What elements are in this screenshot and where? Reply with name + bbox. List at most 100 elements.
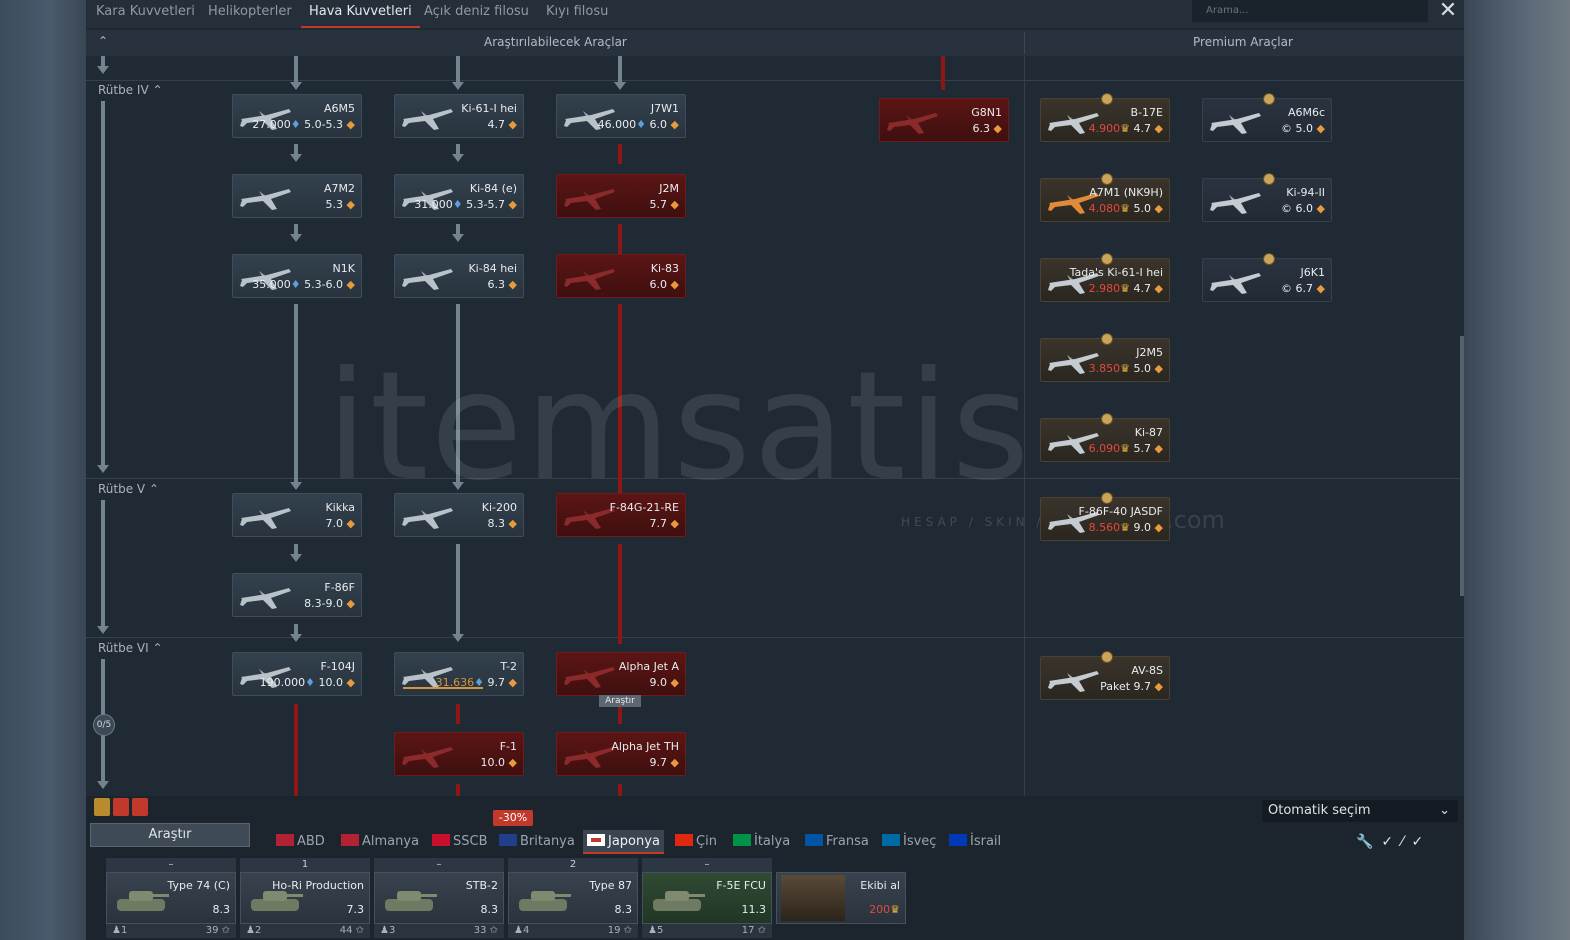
vehicle-card[interactable]: T-2 31.636♦ 9.7 ◆ <box>394 652 524 696</box>
crew-level: 39 ✩ <box>205 925 230 936</box>
crew-slot[interactable]: – STB-2 8.3 ♟3 33 ✩ <box>374 858 504 940</box>
premium-medal-icon <box>1101 413 1113 425</box>
boost-icons <box>94 798 148 816</box>
vehicle-br: 35.000♦ 5.3-6.0 ◆ <box>252 278 355 291</box>
buy-crew-slot[interactable]: Ekibi al 200♛ <box>776 872 906 924</box>
vehicle-card[interactable]: F-1 10.0 ◆ <box>394 732 524 776</box>
vehicle-br: © 6.7 ◆ <box>1281 282 1325 295</box>
vehicle-br: 8.560♛ 9.0 ◆ <box>1088 521 1163 534</box>
nation-tab[interactable]: Fransa <box>805 830 869 854</box>
flag-icon <box>733 834 751 846</box>
tree-header: ⌃ Araştırılabilecek Araçlar Premium Araç… <box>86 30 1464 56</box>
rank-vi-label[interactable]: Rütbe VI ⌃ <box>98 641 163 655</box>
vehicle-card[interactable]: Ki-84 (e) 31.000♦ 5.3-5.7 ◆ <box>394 174 524 218</box>
watermark-com: .com <box>1166 506 1225 534</box>
premium-vehicle-card[interactable]: AV-8S Paket 9.7 ◆ <box>1040 651 1170 700</box>
vehicle-card[interactable]: Alpha Jet TH 9.7 ◆ <box>556 732 686 776</box>
crew-vehicle-br: 8.3 <box>480 903 499 916</box>
flag-icon <box>882 834 900 846</box>
vehicle-card[interactable]: N1K 35.000♦ 5.3-6.0 ◆ <box>232 254 362 298</box>
vehicle-card[interactable]: A7M2 5.3 ◆ <box>232 174 362 218</box>
premium-vehicle-card[interactable]: B-17E 4.900♛ 4.7 ◆ <box>1040 93 1170 142</box>
nation-tab[interactable]: Çin <box>675 830 717 854</box>
research-window: Kara Kuvvetleri Helikopterler Hava Kuvve… <box>86 0 1464 940</box>
nation-tab[interactable]: İtalya <box>733 830 790 854</box>
crew-slot[interactable]: 1 Ho-Ri Production 7.3 ♟2 44 ✩ <box>240 858 370 940</box>
rank-iv-label[interactable]: Rütbe IV ⌃ <box>98 83 163 97</box>
nation-tab[interactable]: SSCB <box>432 830 488 854</box>
vehicle-br: 9.0 ◆ <box>649 676 679 689</box>
vehicle-card[interactable]: Kikka 7.0 ◆ <box>232 493 362 537</box>
flag-icon <box>276 834 294 846</box>
vehicle-br: 10.0 ◆ <box>480 756 517 769</box>
vehicle-name: Ki-84 (e) <box>469 182 517 195</box>
tab-bluewater[interactable]: Açık deniz filosu <box>424 0 529 28</box>
vehicle-card[interactable]: Ki-84 hei 6.3 ◆ <box>394 254 524 298</box>
rank-progress-counter: 0/5 <box>93 714 115 736</box>
auto-select-dropdown[interactable]: Otomatik seçim ⌄ <box>1262 800 1458 822</box>
nation-tab[interactable]: Japonya <box>583 830 664 854</box>
background-left <box>0 0 86 940</box>
crew-slot[interactable]: – Type 74 (C) 8.3 ♟1 39 ✩ <box>106 858 236 940</box>
flag-icon <box>499 834 517 846</box>
tab-helicopters[interactable]: Helikopterler <box>208 0 292 28</box>
premium-medal-icon <box>1101 651 1113 663</box>
vehicle-br: 4.900♛ 4.7 ◆ <box>1088 122 1163 135</box>
premium-vehicle-card[interactable]: Ki-87 6.090♛ 5.7 ◆ <box>1040 413 1170 462</box>
vehicle-card[interactable]: F-84G-21-RE 7.7 ◆ <box>556 493 686 537</box>
premium-vehicle-card[interactable]: J6K1 © 6.7 ◆ <box>1202 253 1332 302</box>
vehicle-name: A6M5 <box>323 102 355 115</box>
crew-level: 19 ✩ <box>607 925 632 936</box>
vehicle-name: F-86F <box>324 581 355 594</box>
premium-medal-icon <box>1101 173 1113 185</box>
vehicle-card[interactable]: F-86F 8.3-9.0 ◆ <box>232 573 362 617</box>
vehicle-card[interactable]: A6M5 27.000♦ 5.0-5.3 ◆ <box>232 94 362 138</box>
research-button[interactable]: Araştır <box>90 823 250 847</box>
nation-tab[interactable]: İsrail <box>949 830 1001 854</box>
vehicle-name: F-104J <box>320 660 355 673</box>
nation-tab[interactable]: ABD <box>276 830 325 854</box>
vehicle-br: 6.3 ◆ <box>972 122 1002 135</box>
vehicle-card[interactable]: J7W1 46.000♦ 6.0 ◆ <box>556 94 686 138</box>
flag-icon <box>675 834 693 846</box>
crew-tools-icons[interactable]: 🔧✓⁄✓ <box>1356 834 1431 850</box>
nation-tab[interactable]: İsveç <box>882 830 936 854</box>
vehicle-card[interactable]: J2M 5.7 ◆ <box>556 174 686 218</box>
crew-slot[interactable]: 2 Type 87 8.3 ♟4 19 ✩ <box>508 858 638 940</box>
rank-v-label[interactable]: Rütbe V ⌃ <box>98 482 159 496</box>
vehicle-card[interactable]: G8N1 6.3 ◆ <box>879 98 1009 142</box>
crew-vehicle-name: Type 74 (C) <box>167 879 230 892</box>
vehicle-br: 8.3-9.0 ◆ <box>304 597 355 610</box>
premium-vehicle-card[interactable]: F-86F-40 JASDF 8.560♛ 9.0 ◆ <box>1040 492 1170 541</box>
vehicle-card[interactable]: Alpha Jet A 9.0 ◆ Araştır <box>556 652 686 707</box>
tab-ground[interactable]: Kara Kuvvetleri <box>96 0 195 28</box>
crew-level: 17 ✩ <box>741 925 766 936</box>
collapse-icon[interactable]: ⌃ <box>98 34 108 48</box>
premium-vehicle-card[interactable]: A6M6c © 5.0 ◆ <box>1202 93 1332 142</box>
close-icon[interactable]: ✕ <box>1436 0 1460 24</box>
vehicle-name: A6M6c <box>1287 106 1325 119</box>
crew-vehicle-br: 8.3 <box>212 903 231 916</box>
vehicle-name: J2M <box>659 182 679 195</box>
premium-vehicle-card[interactable]: A7M1 (NK9H) 4.080♛ 5.0 ◆ <box>1040 173 1170 222</box>
tab-coastal[interactable]: Kıyı filosu <box>546 0 608 28</box>
nation-tab[interactable]: Britanya <box>499 830 575 854</box>
premium-vehicle-card[interactable]: Tada's Ki-61-I hei 2.980♛ 4.7 ◆ <box>1040 253 1170 302</box>
vehicle-card[interactable]: Ki-200 8.3 ◆ <box>394 493 524 537</box>
crew-soldiers-icon <box>781 875 845 921</box>
research-inline-button[interactable]: Araştır <box>599 695 641 707</box>
slot-header: 1 <box>240 858 370 872</box>
flag-icon <box>341 834 359 846</box>
vehicle-br: 7.7 ◆ <box>649 517 679 530</box>
crew-slot[interactable]: – F-5E FCU 11.3 ♟5 17 ✩ <box>642 858 772 940</box>
vehicle-card[interactable]: Ki-61-I hei 4.7 ◆ <box>394 94 524 138</box>
vehicle-card[interactable]: F-104J 190.000♦ 10.0 ◆ <box>232 652 362 696</box>
vehicle-name: Ki-83 <box>650 262 679 275</box>
premium-vehicle-card[interactable]: J2M5 3.850♛ 5.0 ◆ <box>1040 333 1170 382</box>
tab-aviation[interactable]: Hava Kuvvetleri <box>301 0 420 28</box>
search-input[interactable]: Arama... <box>1192 0 1428 22</box>
vehicle-card[interactable]: Ki-83 6.0 ◆ <box>556 254 686 298</box>
nation-tab[interactable]: Almanya <box>341 830 419 854</box>
premium-medal-icon <box>1101 93 1113 105</box>
premium-vehicle-card[interactable]: Ki-94-II © 6.0 ◆ <box>1202 173 1332 222</box>
